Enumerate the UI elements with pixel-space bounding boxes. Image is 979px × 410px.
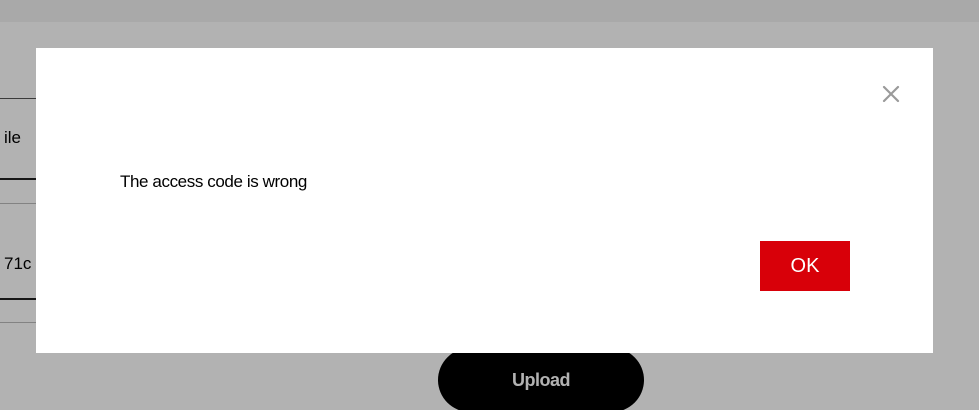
error-message: The access code is wrong — [120, 172, 307, 191]
close-icon — [882, 85, 900, 103]
close-button[interactable] — [877, 80, 905, 108]
error-dialog: The access code is wrong OK — [36, 48, 933, 353]
page: ile 71c Upload The access code is wrong … — [0, 0, 979, 410]
ok-button[interactable]: OK — [760, 241, 850, 291]
